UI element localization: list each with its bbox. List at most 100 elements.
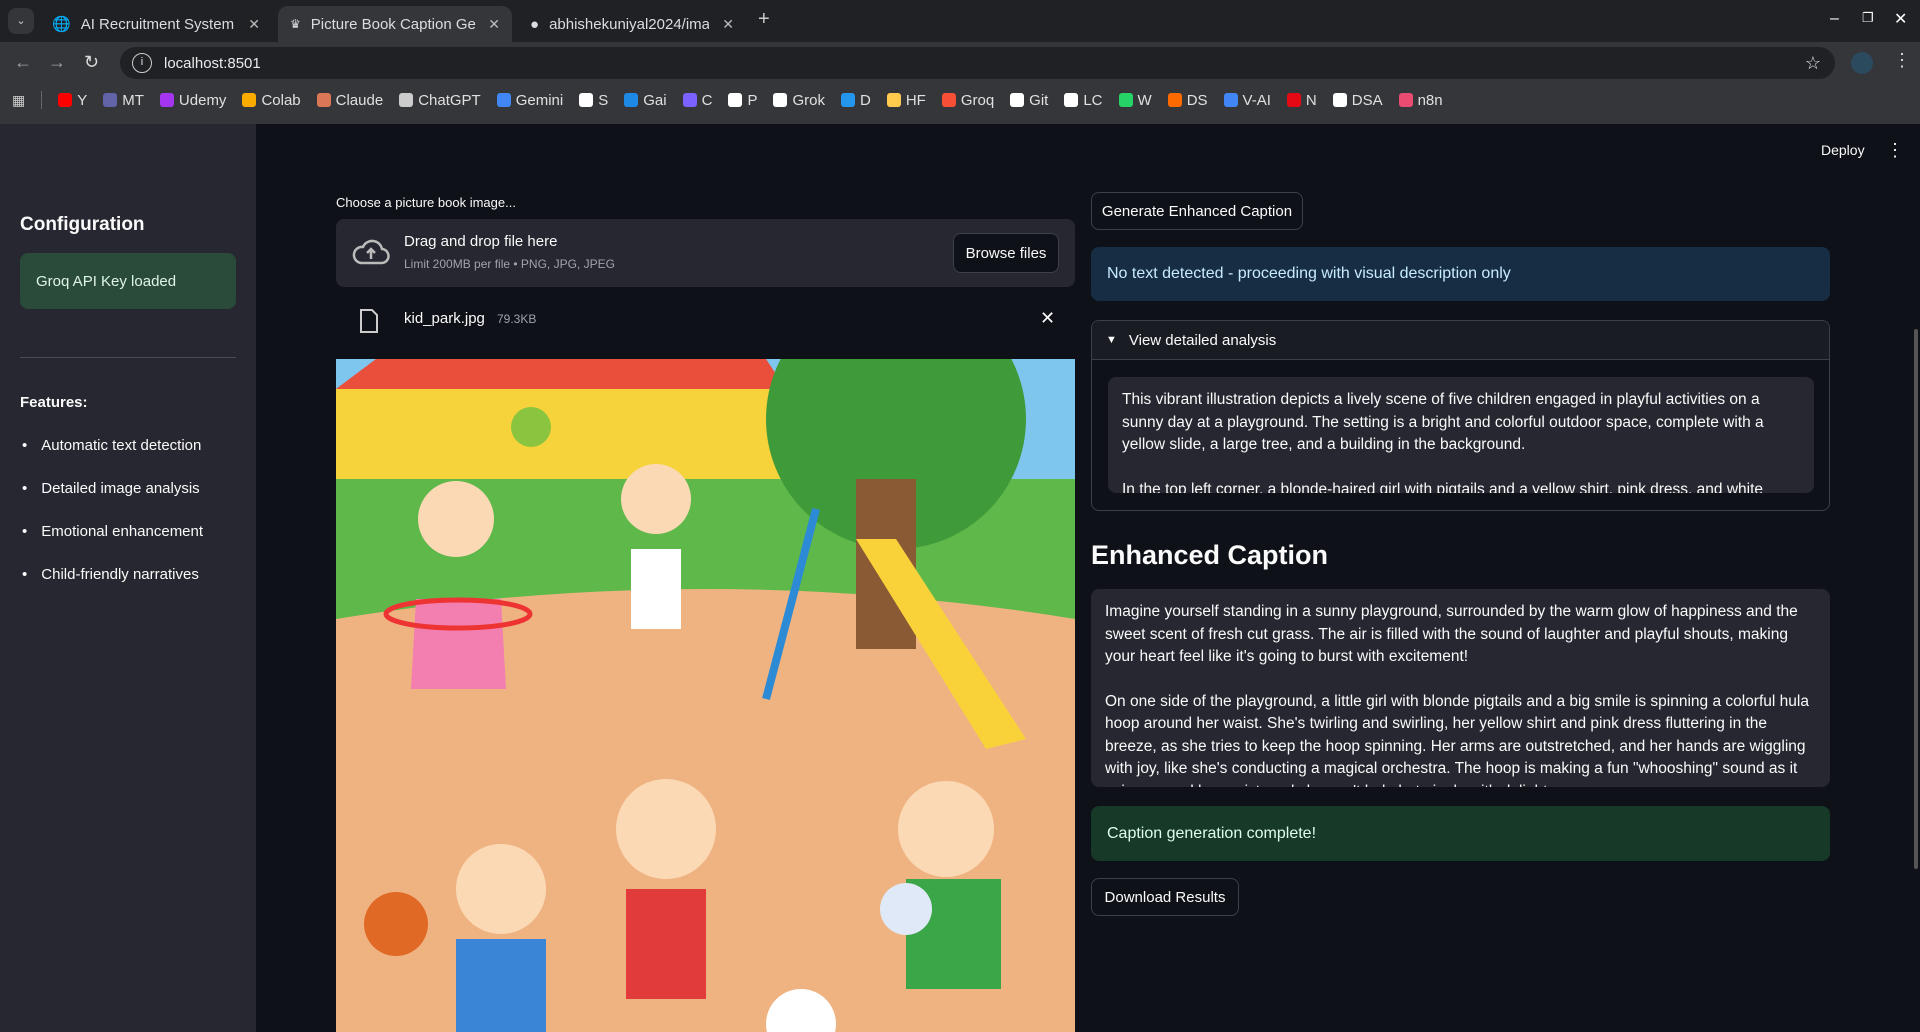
bookmark-favicon-icon [1167, 93, 1182, 107]
sidebar: Configuration Groq API Key loaded Featur… [0, 124, 256, 1032]
bookmark-item[interactable]: Udemy [159, 92, 226, 109]
file-name: kid_park.jpg [404, 310, 485, 327]
bookmark-item[interactable]: HF [886, 92, 926, 109]
bookmark-item[interactable]: Colab [242, 92, 301, 109]
bookmark-favicon-icon [1398, 93, 1413, 107]
bookmark-favicon-icon [399, 93, 414, 107]
sidebar-heading: Configuration [20, 214, 145, 235]
bookmark-item[interactable]: Gemini [496, 92, 563, 109]
bookmark-favicon-icon [242, 93, 257, 107]
bookmark-favicon-icon [316, 93, 331, 107]
scrollbar[interactable] [1914, 329, 1918, 869]
girl-dress [411, 599, 506, 689]
bullet: • [22, 437, 28, 454]
apps-grid-icon[interactable]: ▦ [12, 92, 25, 109]
close-tab-icon[interactable]: ✕ [722, 16, 734, 33]
tab-ai-recruitment[interactable]: 🌐 AI Recruitment System ✕ [40, 6, 272, 42]
bookmark-item[interactable]: DSA [1332, 92, 1383, 109]
new-tab-button[interactable]: + [758, 8, 770, 31]
bookmark-favicon-icon [773, 93, 788, 107]
browse-files-button[interactable]: Browse files [953, 233, 1059, 273]
caption-textarea[interactable]: Imagine yourself standing in a sunny pla… [1091, 589, 1830, 787]
tab-bar: ⌄ 🌐 AI Recruitment System ✕ ♛ Picture Book … [0, 0, 1920, 42]
bookmark-item[interactable]: C [682, 92, 712, 109]
bookmark-item[interactable]: Grok [773, 92, 825, 109]
sidebar-divider [20, 357, 236, 358]
deploy-button[interactable]: Deploy [1821, 142, 1865, 158]
limit-text: Limit 200MB per file • PNG, JPG, JPEG [404, 257, 615, 271]
bookmark-item[interactable]: LC [1064, 92, 1103, 109]
bookmark-item[interactable]: S [579, 92, 608, 109]
bookmark-item[interactable]: V-AI [1223, 92, 1271, 109]
globe-icon: 🌐 [52, 16, 71, 33]
paragraph: In the top left corner, a blonde-haired … [1122, 480, 1764, 494]
bookmark-item[interactable]: Gai [624, 92, 667, 109]
bookmark-favicon-icon [58, 93, 73, 107]
features-list: • Automatic text detection • Detailed image… [22, 437, 203, 609]
boy3-head [898, 781, 994, 877]
back-icon[interactable]: ← [14, 52, 32, 73]
address-bar[interactable]: i localhost:8501 ☆ [120, 47, 1835, 79]
basketball [364, 892, 428, 956]
close-window-button[interactable]: ✕ [1894, 9, 1907, 29]
bookmark-favicon-icon [941, 93, 956, 107]
bookmark-item[interactable]: n8n [1398, 92, 1443, 109]
bookmark-favicon-icon [1332, 93, 1347, 107]
drop-text: Drag and drop file here [404, 233, 558, 250]
generate-caption-button[interactable]: Generate Enhanced Caption [1091, 192, 1303, 230]
browser-menu-icon[interactable]: ⋮ [1893, 50, 1911, 71]
bookmark-item[interactable]: N [1286, 92, 1317, 109]
remove-file-icon[interactable]: ✕ [1040, 308, 1055, 329]
close-tab-icon[interactable]: ✕ [248, 16, 260, 33]
bookmark-favicon-icon [1223, 93, 1238, 107]
girl2-head [621, 464, 691, 534]
bookmark-item[interactable]: Git [1010, 92, 1048, 109]
tab-github[interactable]: ● abhishekuniyal2024/ima ✕ [518, 6, 746, 42]
url-text: localhost:8501 [164, 54, 261, 72]
expander-header[interactable]: ▼ View detailed analysis [1092, 321, 1829, 360]
boy-shirt [626, 889, 706, 999]
bullet: • [22, 480, 28, 497]
feature-item: • Emotional enhancement [22, 523, 204, 540]
bookmark-favicon-icon [1064, 93, 1079, 107]
girl2-shirt [631, 549, 681, 629]
file-dropzone[interactable]: Drag and drop file here Limit 200MB per … [336, 219, 1075, 287]
success-alert: Caption generation complete! [1091, 806, 1830, 861]
divider [41, 91, 43, 109]
bookmark-item[interactable]: Y [58, 92, 87, 109]
boy-head [616, 779, 716, 879]
bullet: • [22, 523, 28, 540]
bullet: • [22, 566, 28, 583]
bookmark-favicon-icon [1118, 93, 1133, 107]
bookmark-favicon-icon [682, 93, 697, 107]
bookmark-item[interactable]: W [1118, 92, 1152, 109]
chevron-down-icon: ▼ [1106, 334, 1117, 346]
analysis-textarea[interactable]: This vibrant illustration depicts a live… [1108, 377, 1814, 493]
bookmark-item[interactable]: D [840, 92, 871, 109]
github-icon: ● [530, 15, 540, 33]
restore-button[interactable]: ❐ [1862, 10, 1874, 26]
bookmark-item[interactable]: Groq [941, 92, 994, 109]
download-results-button[interactable]: Download Results [1091, 878, 1239, 916]
bookmark-item[interactable]: ChatGPT [399, 92, 481, 109]
bookmark-star-icon[interactable]: ☆ [1805, 53, 1821, 74]
cloud-upload-icon [352, 239, 390, 265]
bookmark-item[interactable]: MT [103, 92, 144, 109]
paragraph: Imagine yourself standing in a sunny pla… [1105, 603, 1798, 665]
reload-icon[interactable]: ↻ [84, 52, 99, 73]
bookmark-item[interactable]: P [728, 92, 757, 109]
bookmark-item[interactable]: DS [1167, 92, 1208, 109]
tab-picture-book[interactable]: ♛ Picture Book Caption Ge ✕ [278, 6, 512, 42]
site-info-icon[interactable]: i [132, 53, 152, 73]
close-tab-icon[interactable]: ✕ [488, 16, 500, 33]
tab-list-button[interactable]: ⌄ [8, 8, 34, 34]
app-menu-icon[interactable]: ⋮ [1886, 140, 1904, 161]
bookmark-favicon-icon [159, 93, 174, 107]
girl-head [418, 481, 494, 557]
bookmark-item[interactable]: Claude [316, 92, 383, 109]
bookmark-favicon-icon [103, 93, 118, 107]
forward-icon[interactable]: → [48, 52, 66, 73]
profile-avatar[interactable] [1851, 52, 1873, 74]
minimize-button[interactable]: – [1830, 10, 1839, 28]
features-label: Features: [20, 394, 88, 411]
